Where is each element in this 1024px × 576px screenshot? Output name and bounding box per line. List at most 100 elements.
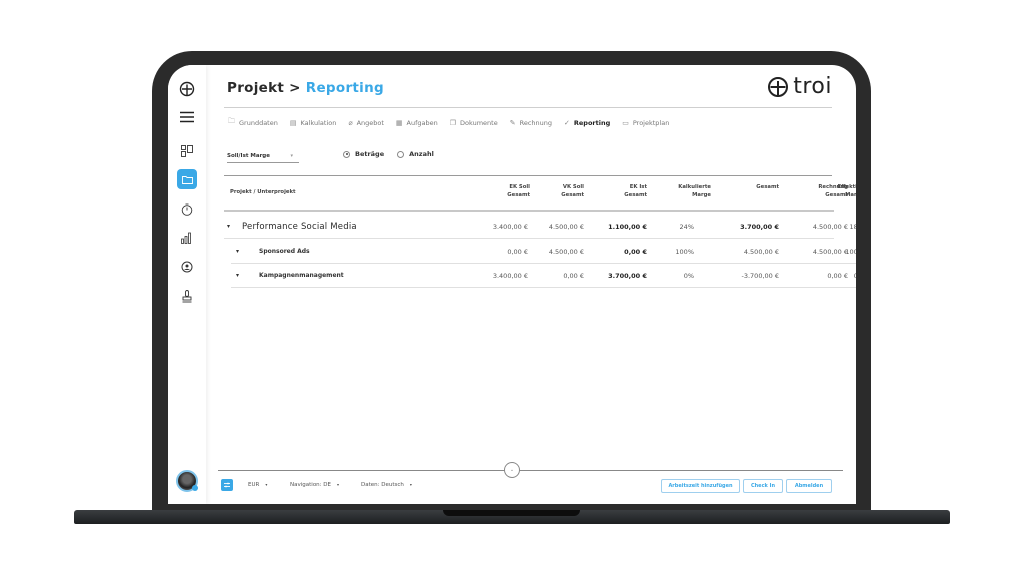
row-divider (224, 238, 834, 239)
settings-toggle-button[interactable] (221, 479, 233, 491)
tab-projektplan[interactable]: ▭ Projektplan (622, 117, 669, 128)
project-tabs: 🗀 Grunddaten ▤ Kalkulation ⌀ Angebot ▦ Aufga… (228, 117, 681, 128)
cell-kalk-marge: 100% (675, 248, 694, 256)
user-avatar[interactable] (176, 470, 198, 492)
radio-betraege[interactable] (343, 150, 350, 158)
currency-select[interactable]: EUR ▾ (248, 482, 267, 488)
troi-logo-icon (768, 77, 789, 97)
table-row[interactable]: ▾ Performance Social Media 3.400,00 € 4.… (224, 222, 856, 236)
cell-ek-ist: 3.700,00 € (608, 272, 647, 280)
row-name: Performance Social Media (242, 222, 357, 232)
tab-aufgaben[interactable]: ▦ Aufgaben (396, 117, 438, 128)
footer-divider (218, 470, 843, 471)
cell-gesamt: -3.700,00 € (741, 272, 780, 280)
chevron-down-icon: ▾ (290, 152, 293, 159)
footer-collapse-button[interactable]: ⌄ (504, 462, 520, 478)
cell-eff-marge: 0% (853, 272, 856, 280)
table-row[interactable]: ▾ Sponsored Ads 0,00 € 4.500,00 € 0,00 €… (224, 248, 856, 260)
breadcrumb-current: Reporting (305, 80, 384, 96)
breadcrumb: Projekt > Reporting (227, 80, 384, 96)
tab-label: Rechnung (519, 118, 552, 127)
app-screen: Projekt > Reporting troi 🗀 Grunddaten ▤ Ka… (168, 65, 856, 504)
sliders-icon (224, 482, 230, 488)
breadcrumb-separator: > (289, 80, 301, 96)
table-row[interactable]: ▾ Kampagnenmanagement 3.400,00 € 0,00 € … (224, 272, 856, 284)
cell-ek-ist: 1.100,00 € (608, 223, 647, 231)
cell-eff-marge: 18% (849, 223, 856, 231)
data-language-select[interactable]: Daten: Deutsch ▾ (361, 482, 412, 488)
collapse-toggle-icon[interactable]: ▾ (236, 248, 239, 255)
radio-label-anzahl: Anzahl (409, 150, 434, 158)
radio-label-betraege: Beträge (355, 150, 385, 158)
tab-label: Angebot (356, 118, 384, 127)
cell-kalk-marge: 24% (679, 223, 694, 231)
collapse-toggle-icon[interactable]: ▾ (227, 223, 230, 230)
col-header-project[interactable]: Projekt / Unterprojekt (230, 188, 296, 196)
folder-icon[interactable] (177, 169, 197, 189)
row-divider (231, 287, 856, 288)
table-header-divider (224, 210, 834, 212)
collapse-toggle-icon[interactable]: ▾ (236, 272, 239, 279)
clock-user-icon[interactable] (177, 257, 197, 277)
chevron-down-icon: ▾ (409, 482, 412, 487)
tasks-icon: ▦ (395, 118, 403, 127)
row-name: Kampagnenmanagement (259, 272, 344, 279)
sidebar (168, 65, 206, 504)
col-header-ek-ist[interactable]: EK Ist Gesamt (587, 183, 647, 199)
laptop-notch (443, 510, 580, 516)
tab-label: Kalkulation (300, 118, 337, 127)
col-header-ek-soll[interactable]: EK Soll Gesamt (470, 183, 530, 199)
logo-text: troi (793, 74, 832, 99)
row-name: Sponsored Ads (259, 248, 310, 255)
tab-rechnung[interactable]: ✎ Rechnung (510, 117, 552, 128)
check-in-button[interactable]: Check In (743, 479, 783, 493)
cell-eff-marge: 100% (845, 248, 856, 256)
tab-label: Projektplan (632, 118, 670, 127)
breadcrumb-parent[interactable]: Projekt (227, 80, 284, 96)
add-worktime-button[interactable]: Arbeitszeit hinzufügen (661, 479, 740, 493)
tab-label: Reporting (573, 118, 611, 127)
navigation-language-select[interactable]: Navigation: DE ▾ (290, 482, 339, 488)
col-header-gesamt[interactable]: Gesamt (719, 183, 779, 191)
tag-icon: ⌀ (348, 118, 353, 127)
tab-reporting[interactable]: ✓ Reporting (564, 117, 610, 128)
calendar-icon: ▭ (622, 118, 629, 127)
tab-label: Aufgaben (406, 118, 438, 127)
view-select-value: Soll/Ist Marge (227, 152, 270, 159)
display-mode-radios: Beträge Anzahl (343, 150, 442, 158)
tab-grunddaten[interactable]: 🗀 Grunddaten (228, 117, 278, 128)
logout-button[interactable]: Abmelden (786, 479, 832, 493)
view-select[interactable]: Soll/Ist Marge ▾ (227, 149, 299, 163)
col-header-vk-soll[interactable]: VK Soll Gesamt (524, 183, 584, 199)
stopwatch-icon[interactable] (177, 199, 197, 219)
col-header-eff-marge[interactable]: EffektiveMarge (804, 183, 856, 199)
bar-chart-icon[interactable] (177, 228, 197, 248)
tab-dokumente[interactable]: ❐ Dokumente (450, 117, 498, 128)
tab-kalkulation[interactable]: ▤ Kalkulation (290, 117, 337, 128)
chevron-down-icon: ▾ (336, 482, 339, 487)
folder-icon: 🗀 (228, 117, 235, 125)
troi-logo: troi (767, 76, 832, 98)
cell-ek-ist: 0,00 € (624, 248, 647, 256)
invoice-icon: ✎ (509, 118, 516, 127)
cell-gesamt: 4.500,00 € (743, 248, 779, 256)
radio-anzahl[interactable] (397, 150, 405, 158)
table-header: Projekt / Unterprojekt EK Soll Gesamt VK … (224, 183, 856, 205)
documents-icon: ❐ (449, 118, 457, 127)
table-top-border (224, 175, 832, 176)
col-header-kalk-marge[interactable]: Kalkulierte Marge (649, 183, 711, 199)
header-divider (224, 107, 832, 108)
cell-kalk-marge: 0% (683, 272, 694, 280)
calculator-icon: ▤ (289, 118, 297, 127)
tab-label: Grunddaten (239, 118, 278, 127)
stamp-icon[interactable] (177, 286, 197, 306)
troi-logo-icon[interactable] (177, 79, 197, 99)
chevron-down-icon: ▾ (265, 482, 268, 487)
dashboard-icon[interactable] (177, 141, 197, 161)
cell-gesamt: 3.700,00 € (740, 223, 779, 231)
tab-angebot[interactable]: ⌀ Angebot (348, 117, 384, 128)
row-divider (231, 263, 856, 264)
checkmark-icon: ✓ (564, 118, 570, 127)
menu-icon[interactable] (177, 107, 197, 127)
chevron-down-icon: ⌄ (509, 467, 515, 473)
